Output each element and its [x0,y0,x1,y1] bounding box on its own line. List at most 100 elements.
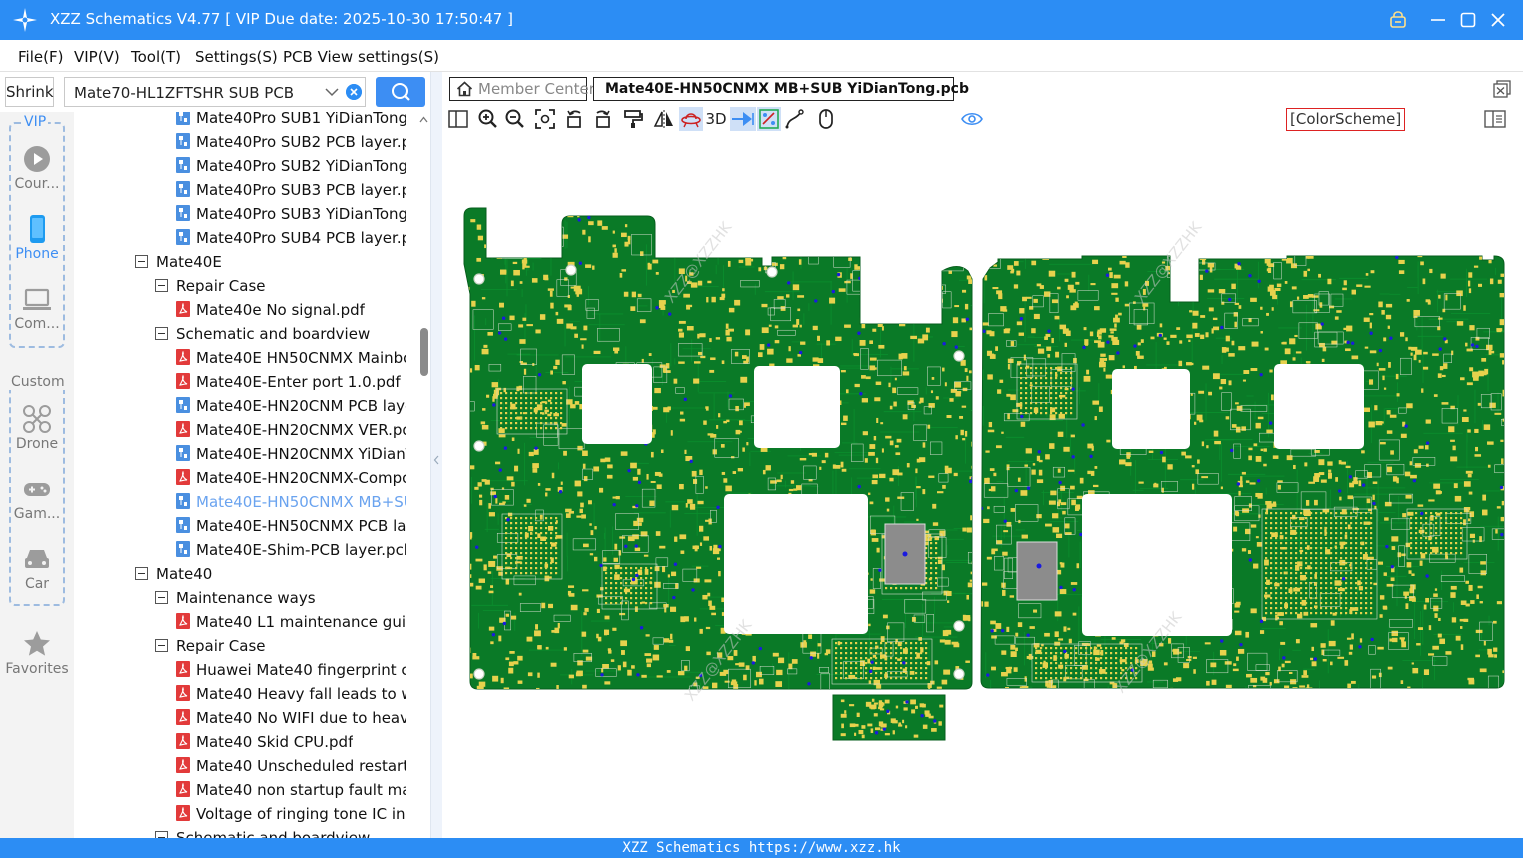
tree-file[interactable]: Mate40Pro SUB3 PCB layer.p [176,178,406,202]
tree-file[interactable]: Mate40 Unscheduled restart.pdf [176,754,406,778]
tab-active-file[interactable]: Mate40E-HN50CNMX MB+SUB YiDianTong.pcb [593,77,969,101]
tab-member-center[interactable]: Member Center [449,77,595,101]
tree-file[interactable]: Mate40E-HN20CNMX YiDianTong [176,442,406,466]
collapse-toggle-icon[interactable] [155,831,168,838]
layer-view-button[interactable] [757,107,781,131]
tree-file[interactable]: Mate40E HN50CNMX Mainbord [176,346,406,370]
rail-item-car[interactable]: Car [0,544,74,592]
mouse-mode-button[interactable] [814,107,838,131]
window-title: XZZ Schematics V4.77 [ VIP Due date: 202… [50,10,513,28]
tree-file[interactable]: Mate40 L1 maintenance guide.p [176,610,406,634]
search-button[interactable] [376,77,425,107]
tree-file[interactable]: Mate40Pro SUB4 PCB layer.p [176,226,406,250]
menu-file[interactable]: File(F) [18,48,63,66]
tree-file[interactable]: Mate40E-HN50CNMX PCB layer [176,514,406,538]
maximize-button[interactable] [1454,6,1482,34]
clear-icon[interactable] [346,84,362,100]
fit-view-button[interactable] [533,107,557,131]
pdf-file-icon [176,300,190,317]
pcb-canvas[interactable]: XZZ@XZZHK XZZ@XZZHK XZZ@XZZHK XZZ@XZZHK [442,134,1523,838]
pcb-board-view[interactable]: XZZ@XZZHK XZZ@XZZHKXZZ@XZZHK XZZ@XZZHK [442,134,1523,838]
collapse-toggle-icon[interactable] [155,639,168,652]
rail-item-game[interactable]: Gam... [0,474,74,522]
color-scheme-button[interactable]: [ColorScheme] [1286,108,1406,131]
pcb-file-icon [176,132,190,149]
rotate-right-button[interactable] [590,107,614,131]
menu-pcb-view-settings[interactable]: PCB View settings(S) [283,48,439,66]
rotate-left-button[interactable] [563,107,587,131]
member-lock-icon[interactable] [1384,6,1412,34]
close-button[interactable] [1484,6,1512,34]
collapse-toggle-icon[interactable] [155,279,168,292]
rail-item-favorites[interactable]: Favorites [0,629,74,677]
tree-file[interactable]: Mate40 Skid CPU.pdf [176,730,406,754]
tree-folder[interactable]: Mate40 [135,562,406,586]
shrink-button[interactable]: Shrink [5,77,54,107]
format-painter-button[interactable] [621,107,645,131]
minimize-button[interactable] [1424,6,1452,34]
mirror-button[interactable] [652,107,676,131]
tree-file[interactable]: Mate40E-HN50CNMX MB+SUB [176,490,406,514]
net-highlight-button[interactable] [679,107,703,131]
chevron-down-icon[interactable] [324,83,340,101]
pdf-file-icon [176,708,190,725]
tree-file[interactable]: Mate40Pro SUB3 YiDianTong [176,202,406,226]
right-panel-button[interactable] [1483,107,1507,131]
tree-file[interactable]: Mate40Pro SUB2 YiDianTong [176,154,406,178]
rail-item-phone[interactable]: Phone [0,214,74,262]
tree-scrollbar[interactable] [416,112,430,838]
tree-folder[interactable]: Schematic and boardview [155,322,406,346]
collapse-toggle-icon[interactable] [155,327,168,340]
trace-button[interactable] [783,107,807,131]
board-layer-icon [759,109,779,129]
tree-folder[interactable]: Repair Case [155,634,406,658]
rotate-right-icon [596,110,610,128]
panel-splitter[interactable] [430,72,442,838]
zoom-in-icon [478,109,497,128]
tree-file[interactable]: Mate40e No signal.pdf [176,298,406,322]
rail-item-courses[interactable]: Cour... [0,144,74,192]
tree-file[interactable]: Mate40E-Shim-PCB layer.pcb [176,538,406,562]
zoom-out-button[interactable] [503,107,527,131]
tree-folder[interactable]: Schematic and boardview [155,826,406,838]
tree-file[interactable]: Mate40E-HN20CNMX-Componen [176,466,406,490]
visibility-button[interactable] [960,107,984,131]
tree-folder[interactable]: Mate40E [135,250,406,274]
zoom-out-icon [505,109,524,128]
collapse-toggle-icon[interactable] [135,255,148,268]
tree-file[interactable]: Mate40Pro SUB1 YiDianTong [176,112,406,130]
tree-file[interactable]: Mate40 Heavy fall leads to weak [176,682,406,706]
collapse-toggle-icon[interactable] [135,567,148,580]
search-combobox[interactable]: Mate70-HL1ZFTSHR SUB PCB [64,77,366,107]
close-all-tabs-icon[interactable] [1493,80,1511,98]
pcb-board-sub[interactable] [980,254,1523,730]
menu-tool[interactable]: Tool(T) [131,48,181,66]
pcb-toolbar: 3D [ColorScheme] [442,104,1523,134]
app-logo-icon [13,8,37,32]
pin-mode-button[interactable] [730,107,756,131]
zoom-in-button[interactable] [476,107,500,131]
rail-item-computer[interactable]: Com... [0,284,74,332]
tree-scrollbar-thumb[interactable] [420,328,428,376]
tree-file[interactable]: Mate40E-Enter port 1.0.pdf [176,370,406,394]
tree-file[interactable]: Huawei Mate40 fingerprint can [176,658,406,682]
search-input[interactable]: Mate70-HL1ZFTSHR SUB PCB [74,84,294,102]
tree-file[interactable]: Mate40Pro SUB2 PCB layer.p [176,130,406,154]
trace-icon [785,109,804,129]
tree-file[interactable]: Mate40 non startup fault maint [176,778,406,802]
tree-file[interactable]: Voltage of ringing tone IC in sta [176,802,406,826]
tree-file[interactable]: Mate40E-HN20CNM PCB layer.p [176,394,406,418]
tree-folder[interactable]: Repair Case [155,274,406,298]
tree-file[interactable]: Mate40 No WIFI due to heavy fa [176,706,406,730]
rail-item-drone[interactable]: Drone [0,404,74,452]
toggle-sidebar-button[interactable] [446,107,470,131]
menu-vip[interactable]: VIP(V) [74,48,120,66]
collapse-toggle-icon[interactable] [155,591,168,604]
tree-file[interactable]: Mate40E-HN20CNMX VER.pdf [176,418,406,442]
pcb-board-flex[interactable] [832,694,946,741]
scroll-up-icon[interactable] [419,116,428,123]
view-3d-button[interactable]: 3D [704,107,728,131]
tree-folder[interactable]: Maintenance ways [155,586,406,610]
collapse-left-icon[interactable] [433,455,440,465]
menu-settings[interactable]: Settings(S) [195,48,278,66]
